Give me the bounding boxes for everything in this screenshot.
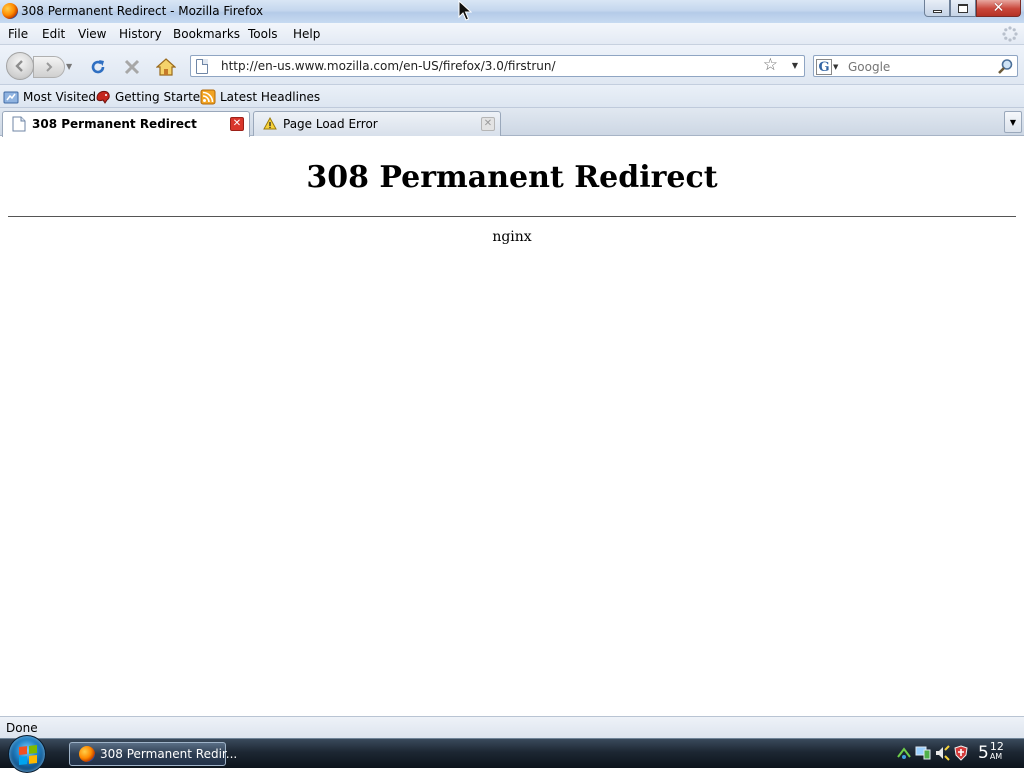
stop-icon bbox=[124, 59, 140, 75]
title-bar: 308 Permanent Redirect - Mozilla Firefox… bbox=[0, 0, 1024, 23]
security-shield-icon[interactable] bbox=[953, 745, 969, 761]
menu-history[interactable]: History bbox=[119, 27, 162, 41]
menu-tools[interactable]: Tools bbox=[248, 27, 278, 41]
menu-bar: File Edit View History Bookmarks Tools H… bbox=[0, 23, 1024, 45]
throbber-icon bbox=[1002, 26, 1018, 42]
status-bar: Done bbox=[0, 716, 1024, 738]
taskbar: 308 Permanent Redir... 5 12 AM bbox=[0, 735, 1024, 773]
server-name: nginx bbox=[492, 229, 532, 245]
forward-arrow-icon bbox=[46, 62, 53, 72]
taskbar-firefox-button[interactable]: 308 Permanent Redir... bbox=[69, 742, 237, 766]
clock-hour: 5 bbox=[978, 743, 989, 763]
tab-strip: 308 Permanent Redirect ✕ Page Load Error… bbox=[0, 108, 1024, 137]
clock-ampm: AM bbox=[989, 752, 1003, 761]
search-bar[interactable]: G ▼ bbox=[813, 55, 1018, 77]
menu-view[interactable]: View bbox=[78, 27, 106, 41]
page-icon bbox=[196, 59, 208, 74]
restore-button[interactable] bbox=[950, 0, 976, 17]
menu-file[interactable]: File bbox=[8, 27, 28, 41]
firefox-icon bbox=[2, 3, 18, 19]
home-button[interactable] bbox=[156, 57, 176, 77]
bookmark-latest-headlines[interactable]: Latest Headlines bbox=[200, 89, 320, 105]
close-icon: ✕ bbox=[992, 0, 1005, 16]
volume-icon[interactable] bbox=[934, 745, 950, 761]
warning-icon bbox=[263, 116, 277, 130]
windows-logo-icon bbox=[19, 745, 37, 765]
search-engine-button[interactable]: G ▼ bbox=[816, 58, 842, 75]
mouse-cursor-icon bbox=[458, 0, 472, 21]
computer-icon[interactable] bbox=[915, 745, 931, 761]
restore-icon bbox=[958, 3, 968, 13]
system-tray bbox=[896, 745, 969, 763]
forward-button[interactable] bbox=[33, 56, 65, 78]
tab-list-button[interactable]: ▼ bbox=[1004, 111, 1022, 133]
bookmark-getting-started[interactable]: Getting Started bbox=[95, 89, 208, 105]
tab-close-icon[interactable]: ✕ bbox=[481, 117, 495, 131]
network-icon[interactable] bbox=[896, 745, 912, 761]
bookmark-label: Getting Started bbox=[115, 90, 208, 104]
firefox-bookmark-icon bbox=[95, 89, 111, 105]
bookmark-label: Most Visited bbox=[23, 90, 97, 104]
tab-page-load-error[interactable]: Page Load Error ✕ bbox=[253, 111, 501, 136]
back-arrow-icon bbox=[15, 60, 23, 72]
taskbar-button-label: 308 Permanent Redir... bbox=[100, 747, 238, 761]
clock[interactable]: 5 12 AM bbox=[978, 741, 1004, 765]
bookmarks-toolbar: Most Visited Getting Started Latest Head… bbox=[0, 85, 1024, 108]
google-icon: G bbox=[816, 58, 832, 75]
tab-308-permanent-redirect[interactable]: 308 Permanent Redirect ✕ bbox=[2, 111, 250, 137]
stop-button[interactable] bbox=[122, 57, 142, 77]
firefox-icon bbox=[79, 746, 95, 762]
reload-icon bbox=[91, 60, 105, 74]
history-dropdown-icon[interactable]: ▼ bbox=[66, 62, 72, 71]
engine-dropdown-icon: ▼ bbox=[833, 62, 839, 71]
divider bbox=[8, 216, 1016, 217]
bookmark-label: Latest Headlines bbox=[220, 90, 321, 104]
rss-feed-icon bbox=[200, 89, 216, 105]
bookmark-most-visited[interactable]: Most Visited bbox=[3, 89, 96, 105]
window-title: 308 Permanent Redirect - Mozilla Firefox bbox=[21, 4, 264, 18]
tab-label: Page Load Error bbox=[283, 117, 378, 131]
magnifier-icon[interactable] bbox=[997, 58, 1014, 75]
url-bar[interactable]: http://en-us.www.mozilla.com/en-US/firef… bbox=[190, 55, 805, 77]
start-button[interactable] bbox=[8, 735, 46, 773]
window-controls: ✕ bbox=[924, 0, 1021, 17]
tab-label: 308 Permanent Redirect bbox=[32, 117, 197, 131]
page-heading: 308 Permanent Redirect bbox=[306, 160, 718, 195]
reload-button[interactable] bbox=[88, 57, 108, 77]
page-icon bbox=[12, 116, 26, 132]
home-icon bbox=[156, 58, 176, 76]
navigation-toolbar: ▼ http://en-us.www.mozilla.com/en-US/fir… bbox=[0, 45, 1024, 85]
clock-minute: 12 bbox=[989, 740, 1004, 753]
menu-bookmarks[interactable]: Bookmarks bbox=[173, 27, 240, 41]
menu-edit[interactable]: Edit bbox=[42, 27, 65, 41]
minimize-button[interactable] bbox=[924, 0, 950, 17]
menu-help[interactable]: Help bbox=[293, 27, 320, 41]
close-button[interactable]: ✕ bbox=[976, 0, 1021, 17]
minimize-icon bbox=[932, 9, 942, 13]
bookmark-star-icon[interactable]: ☆ bbox=[763, 57, 778, 74]
url-text[interactable]: http://en-us.www.mozilla.com/en-US/firef… bbox=[221, 59, 556, 73]
page-content: 308 Permanent Redirect nginx bbox=[0, 137, 1024, 716]
search-input[interactable] bbox=[848, 59, 988, 75]
smart-folder-icon bbox=[3, 89, 19, 105]
url-dropdown-icon[interactable]: ▼ bbox=[792, 61, 798, 70]
status-text: Done bbox=[6, 721, 38, 735]
back-button[interactable] bbox=[6, 52, 34, 80]
tab-close-icon[interactable]: ✕ bbox=[230, 117, 244, 131]
chevron-down-icon: ▼ bbox=[1009, 117, 1017, 127]
